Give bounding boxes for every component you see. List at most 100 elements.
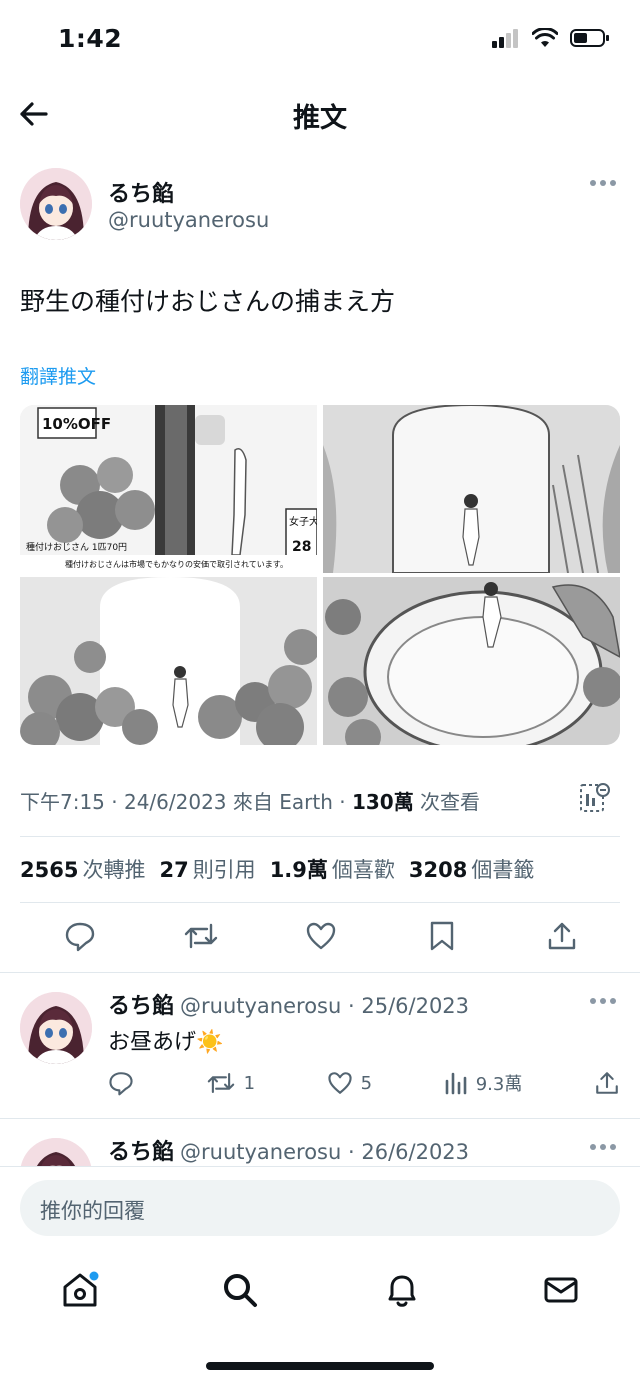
reply-icon bbox=[109, 1072, 133, 1096]
share-icon bbox=[596, 1072, 618, 1094]
reply-header: るち餡 @ruutyanerosu · 26/6/2023 bbox=[108, 1134, 469, 1166]
status-bar: 1:42 bbox=[0, 0, 640, 80]
tab-messages[interactable] bbox=[541, 1270, 581, 1310]
avatar[interactable] bbox=[20, 168, 92, 240]
reply-button[interactable] bbox=[62, 918, 98, 954]
share-button[interactable] bbox=[544, 918, 580, 954]
bookmark-count: 3208 bbox=[408, 858, 468, 882]
reply-like-count: 5 bbox=[360, 1072, 373, 1094]
status-icons bbox=[492, 28, 610, 48]
reply-views-button[interactable]: 9.3萬 bbox=[444, 1070, 523, 1096]
top-navigation: 推文 bbox=[0, 84, 640, 142]
tweet-meta: 下午7:15 · 24/6/2023 來自 Earth · 130萬 次查看 bbox=[20, 786, 480, 815]
page-title: 推文 bbox=[293, 103, 347, 134]
media-image-3[interactable] bbox=[20, 577, 317, 745]
divider bbox=[20, 836, 620, 837]
view-count: 130萬 bbox=[351, 790, 414, 814]
notifications-icon bbox=[388, 1275, 416, 1307]
tweet-actions bbox=[20, 918, 620, 958]
avatar-illustration bbox=[20, 168, 92, 240]
reply-body: お昼あげ bbox=[108, 1030, 197, 1055]
media-image-4[interactable] bbox=[323, 577, 620, 745]
reply-share-button[interactable] bbox=[594, 1070, 620, 1096]
analytics-icon[interactable] bbox=[578, 782, 610, 814]
avatar[interactable] bbox=[20, 992, 92, 1064]
reply-actions: 1 5 9.3萬 bbox=[108, 1070, 620, 1096]
tab-notifications[interactable] bbox=[382, 1270, 422, 1310]
quote-count: 27 bbox=[159, 858, 189, 882]
home-icon bbox=[63, 1271, 99, 1307]
bookmark-icon bbox=[430, 921, 453, 951]
tweet-author: るち餡 @ruutyanerosu bbox=[20, 168, 620, 242]
divider bbox=[20, 902, 620, 903]
author-name[interactable]: るち餡 bbox=[108, 176, 174, 208]
tab-search[interactable] bbox=[220, 1270, 260, 1310]
reply-retweet-count: 1 bbox=[243, 1072, 256, 1094]
reply-icon bbox=[65, 922, 95, 952]
like-icon bbox=[328, 1072, 352, 1094]
more-options-icon[interactable] bbox=[590, 180, 616, 190]
reply-date: · 25/6/2023 bbox=[348, 994, 470, 1018]
reply-author-handle[interactable]: @ruutyanerosu bbox=[180, 1140, 341, 1164]
reply-author-name[interactable]: るち餡 bbox=[108, 994, 174, 1019]
reply-placeholder: 推你的回覆 bbox=[40, 1199, 145, 1223]
reply-composer[interactable]: 推你的回覆 bbox=[20, 1180, 620, 1236]
like-stat[interactable]: 1.9萬 個喜歡 bbox=[270, 854, 395, 884]
retweet-count: 2565 bbox=[20, 858, 79, 882]
price-tag: 28 bbox=[292, 539, 311, 555]
retweet-stat[interactable]: 2565 次轉推 bbox=[20, 854, 145, 884]
reply-tweet[interactable]: るち餡 @ruutyanerosu · 25/6/2023 お昼あげ☀️ 1 5 … bbox=[20, 972, 620, 1118]
reply-author-handle[interactable]: @ruutyanerosu bbox=[180, 994, 341, 1018]
reply-reply-button[interactable] bbox=[108, 1070, 134, 1096]
retweet-button[interactable] bbox=[183, 918, 219, 954]
home-indicator bbox=[206, 1362, 434, 1370]
share-icon bbox=[548, 922, 576, 950]
reply-header: るち餡 @ruutyanerosu · 25/6/2023 bbox=[108, 988, 469, 1020]
like-label: 個喜歡 bbox=[331, 858, 395, 882]
bookmark-stat[interactable]: 3208 個書籤 bbox=[409, 854, 534, 884]
reply-view-count: 9.3萬 bbox=[475, 1074, 523, 1095]
signal-icon bbox=[492, 29, 518, 48]
sun-emoji-icon: ☀️ bbox=[196, 1030, 224, 1055]
sale-badge: 10%OFF bbox=[42, 415, 111, 433]
like-icon bbox=[306, 922, 336, 950]
tweet-stats: 2565 次轉推 27 則引用 1.9萬 個喜歡 3208 個書籤 bbox=[20, 854, 534, 884]
avatar-illustration bbox=[20, 1138, 92, 1166]
shop-sign: 女子大 bbox=[289, 515, 317, 528]
reply-like-button[interactable]: 5 bbox=[327, 1070, 372, 1096]
media-caption: 種付けおじさんは市場でもかなりの安価で取引されています。 bbox=[65, 559, 288, 569]
tab-home[interactable] bbox=[60, 1270, 100, 1310]
like-button[interactable] bbox=[303, 918, 339, 954]
battery-icon bbox=[570, 29, 609, 47]
divider bbox=[0, 1166, 640, 1167]
bookmark-button[interactable] bbox=[424, 918, 460, 954]
avatar-illustration bbox=[20, 992, 92, 1064]
wifi-icon bbox=[532, 28, 558, 47]
retweet-icon bbox=[207, 1073, 234, 1093]
status-time: 1:42 bbox=[58, 24, 123, 53]
reply-retweet-button[interactable]: 1 bbox=[206, 1070, 255, 1096]
reply-author-name[interactable]: るち餡 bbox=[108, 1140, 174, 1165]
media-image-1[interactable]: 10%OFF 種付けおじさん 1匹70円 種付けおじさんは市場でもかなりの安価で… bbox=[20, 405, 317, 573]
more-options-icon[interactable] bbox=[590, 998, 616, 1008]
quote-label: 則引用 bbox=[192, 858, 256, 882]
media-image-2[interactable] bbox=[323, 405, 620, 573]
like-count: 1.9萬 bbox=[269, 858, 328, 882]
bookmark-label: 個書籤 bbox=[471, 858, 535, 882]
translate-link[interactable]: 翻譯推文 bbox=[20, 362, 96, 389]
media-grid: 10%OFF 種付けおじさん 1匹70円 種付けおじさんは市場でもかなりの安価で… bbox=[20, 405, 620, 745]
tab-bar bbox=[0, 1260, 640, 1320]
retweet-icon bbox=[184, 923, 217, 949]
reply-tweet[interactable]: るち餡 @ruutyanerosu · 26/6/2023 bbox=[20, 1118, 620, 1166]
search-icon bbox=[224, 1274, 257, 1307]
more-options-icon[interactable] bbox=[590, 1144, 616, 1154]
views-icon bbox=[445, 1072, 467, 1095]
messages-icon bbox=[544, 1277, 578, 1303]
quote-stat[interactable]: 27 則引用 bbox=[159, 854, 255, 884]
reply-text: お昼あげ☀️ bbox=[108, 1024, 223, 1056]
reply-date: · 26/6/2023 bbox=[348, 1140, 470, 1164]
tweet-timestamp: 下午7:15 · 24/6/2023 來自 Earth · bbox=[20, 790, 352, 814]
avatar[interactable] bbox=[20, 1138, 92, 1166]
author-handle[interactable]: @ruutyanerosu bbox=[108, 208, 269, 232]
tweet-text: 野生の種付けおじさんの捕まえ方 bbox=[20, 287, 396, 316]
